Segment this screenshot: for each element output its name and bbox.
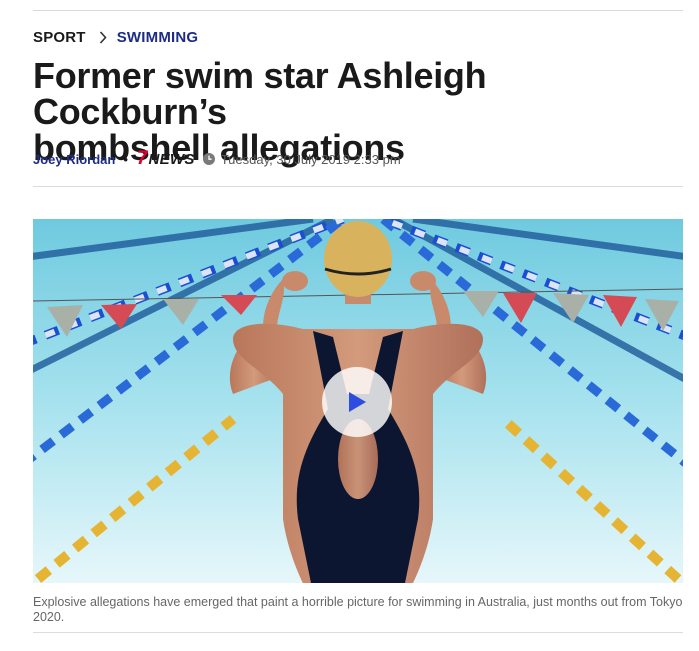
caption-divider <box>33 632 683 633</box>
top-divider <box>33 10 683 11</box>
logo-seven: 7 <box>136 148 148 169</box>
7news-logo[interactable]: 7 NEWS <box>136 148 195 169</box>
play-icon <box>349 392 366 412</box>
breadcrumb-swimming-link[interactable]: SWIMMING <box>117 29 199 46</box>
breadcrumb: SPORT SWIMMING <box>33 26 198 48</box>
byline-separator: • <box>123 151 128 167</box>
play-button[interactable] <box>322 367 392 437</box>
video-player[interactable] <box>33 219 683 583</box>
headline-line-1: Former swim star Ashleigh Cockburn’s <box>33 55 487 132</box>
chevron-right-icon <box>99 30 107 44</box>
logo-news: NEWS <box>148 150 195 168</box>
breadcrumb-sport-link[interactable]: SPORT <box>33 29 86 46</box>
header-divider <box>33 186 683 187</box>
clock-icon <box>202 153 215 165</box>
author-link[interactable]: Joey Riordan <box>33 152 115 167</box>
byline: Joey Riordan • 7 NEWS Tuesday, 30 July 2… <box>33 148 401 170</box>
publish-date: Tuesday, 30 July 2019 2:33 pm <box>220 151 401 167</box>
image-caption: Explosive allegations have emerged that … <box>33 595 683 624</box>
